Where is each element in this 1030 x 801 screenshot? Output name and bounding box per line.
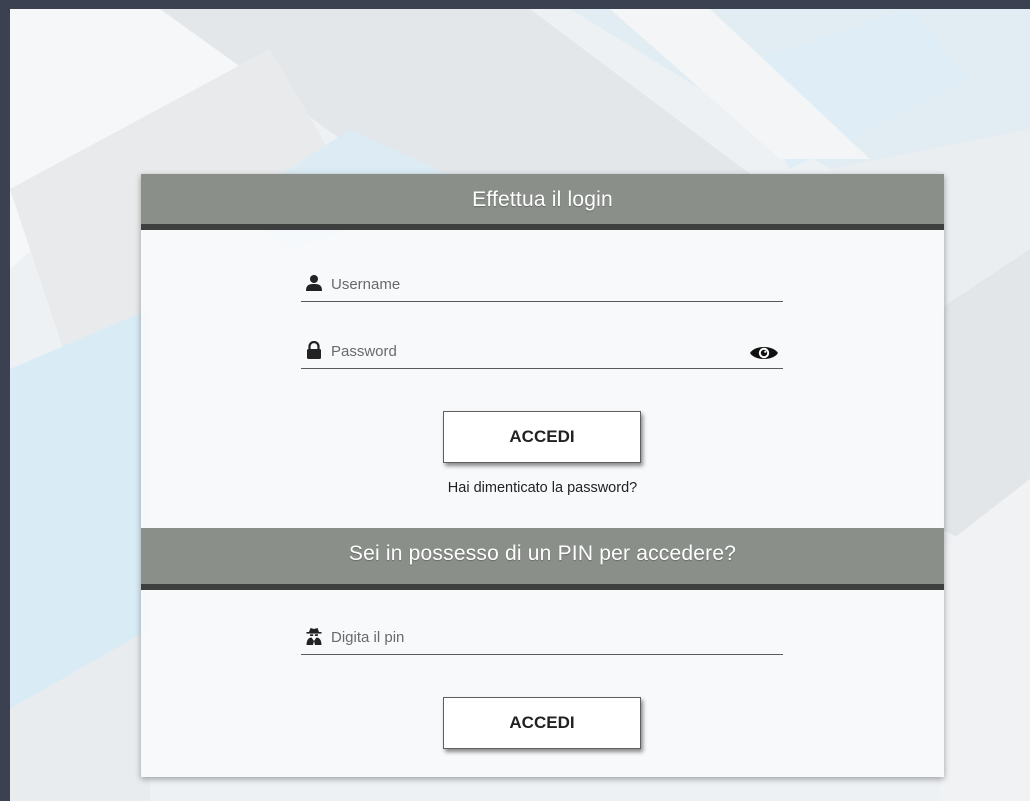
window-top-bar bbox=[0, 0, 1030, 9]
user-icon bbox=[306, 275, 322, 291]
pin-login-button[interactable]: ACCEDI bbox=[443, 697, 641, 749]
username-input[interactable] bbox=[331, 270, 731, 298]
login-card: Effettua il login ACCEDI Hai dimenticato… bbox=[141, 174, 944, 777]
login-button[interactable]: ACCEDI bbox=[443, 411, 641, 463]
window-left-bar bbox=[0, 0, 10, 801]
pin-field bbox=[301, 621, 783, 655]
login-section-header: Effettua il login bbox=[141, 174, 944, 230]
pin-section-header: Sei in possesso di un PIN per accedere? bbox=[141, 528, 944, 590]
login-section-title: Effettua il login bbox=[472, 188, 613, 211]
username-field bbox=[301, 268, 783, 302]
lock-icon bbox=[307, 341, 321, 359]
forgot-password-link[interactable]: Hai dimenticato la password? bbox=[141, 480, 944, 496]
pin-input[interactable] bbox=[331, 623, 731, 651]
user-secret-icon bbox=[306, 628, 322, 645]
password-input[interactable] bbox=[331, 337, 731, 365]
eye-icon[interactable] bbox=[749, 343, 779, 363]
password-field bbox=[301, 335, 783, 369]
pin-section-title: Sei in possesso di un PIN per accedere? bbox=[348, 542, 737, 565]
